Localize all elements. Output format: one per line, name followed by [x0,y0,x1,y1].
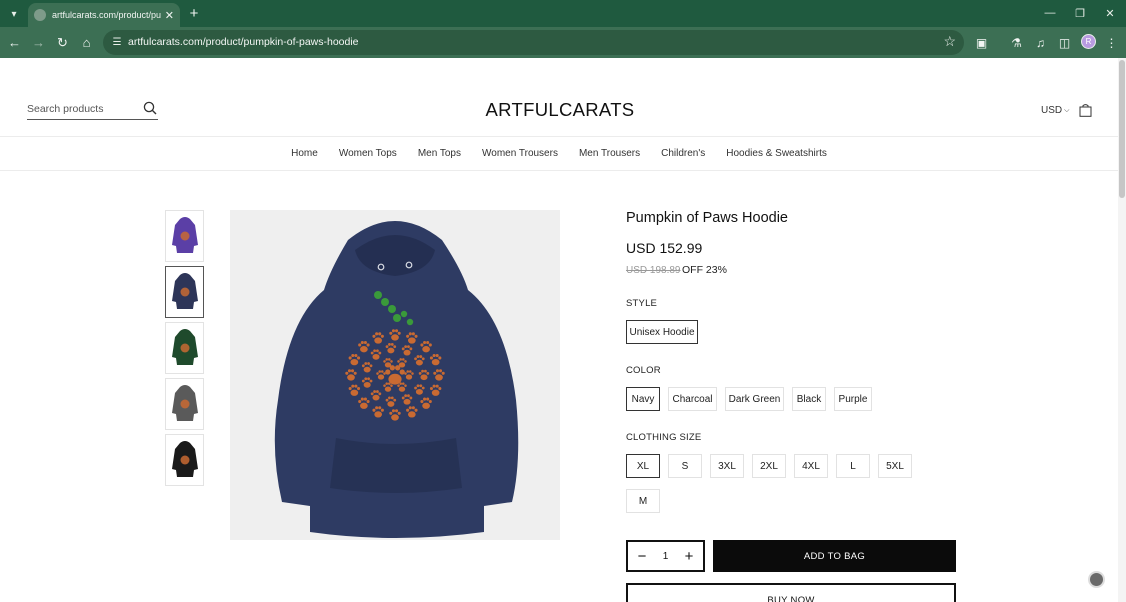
browser-menu-icon[interactable]: ⋮ [1102,33,1121,52]
nav-women-trousers[interactable]: Women Trousers [482,148,558,159]
site-info-icon[interactable]: ☰ [110,35,124,49]
search-icon[interactable] [143,101,157,115]
thumbnail-charcoal[interactable] [165,378,204,430]
page-scrollbar[interactable] [1118,58,1126,602]
close-tab-icon[interactable]: ✕ [165,9,174,22]
size-option-5xl[interactable]: 5XL [878,454,912,478]
color-option-black[interactable]: Black [792,387,826,411]
color-option-purple[interactable]: Purple [834,387,872,411]
home-icon[interactable]: ⌂ [77,33,96,52]
color-option-charcoal[interactable]: Charcoal [668,387,717,411]
thumbnail-navy[interactable] [165,266,204,318]
close-window-icon[interactable]: ✕ [1100,4,1120,22]
plus-icon[interactable]: + [683,549,695,564]
thumbnail-purple[interactable] [165,210,204,262]
profile-avatar[interactable]: R [1081,34,1096,49]
nav-men-tops[interactable]: Men Tops [418,148,461,159]
size-option-l[interactable]: L [836,454,870,478]
size-option-4xl[interactable]: 4XL [794,454,828,478]
search-box [27,100,158,120]
quantity-stepper: − 1 + [626,540,705,572]
site-logo[interactable]: ARTFULCARATS [420,99,700,121]
web-page: ARTFULCARATS USD ⌵ Home Women Tops Men T… [0,58,1118,602]
size-option-2xl[interactable]: 2XL [752,454,786,478]
divider [0,170,1118,171]
nav-women-tops[interactable]: Women Tops [339,148,397,159]
search-input[interactable] [27,103,137,115]
color-label: COLOR [626,365,661,376]
favicon-icon [34,9,46,21]
hoodie-thumbnail-image [171,441,198,477]
browser-tab[interactable]: artfulcarats.com/product/pumpkin ✕ [28,3,180,27]
color-option-dark-green[interactable]: Dark Green [725,387,784,411]
thumbnail-black[interactable] [165,434,204,486]
hoodie-thumbnail-image [171,217,198,253]
back-icon[interactable]: ← [5,33,24,52]
color-option-navy[interactable]: Navy [626,387,660,411]
minus-icon[interactable]: − [636,549,648,564]
size-option-3xl[interactable]: 3XL [710,454,744,478]
restore-icon[interactable]: ❐ [1070,4,1090,22]
nav-men-trousers[interactable]: Men Trousers [579,148,640,159]
size-option-s[interactable]: S [668,454,702,478]
browser-tab-strip: ▾ artfulcarats.com/product/pumpkin ✕ + —… [0,0,1126,27]
clothing-size-label: CLOTHING SIZE [626,432,702,443]
nav-childrens[interactable]: Children's [661,148,705,159]
style-option-unisex-hoodie[interactable]: Unisex Hoodie [626,320,698,344]
nav-hoodies-sweatshirts[interactable]: Hoodies & Sweatshirts [726,148,827,159]
scrollbar-thumb[interactable] [1119,60,1125,198]
forward-icon[interactable]: → [29,33,48,52]
hoodie-image [274,221,519,538]
discount-badge: OFF 23% [682,264,727,276]
url-text[interactable]: artfulcarats.com/product/pumpkin-of-paws… [128,36,359,48]
size-option-xl[interactable]: XL [626,454,660,478]
product-main-image[interactable] [230,210,560,540]
buy-now-button[interactable]: BUY NOW [626,583,956,602]
size-option-m[interactable]: M [626,489,660,513]
product-title: Pumpkin of Paws Hoodie [626,210,788,226]
shopping-bag-icon[interactable] [1079,103,1092,117]
hoodie-thumbnail-image [171,385,198,421]
currency-label: USD [1041,105,1063,116]
chevron-down-icon: ⌵ [1064,106,1070,114]
side-panel-icon[interactable]: ◫ [1055,33,1074,52]
media-control-icon[interactable]: ♫ [1031,33,1050,52]
product-price: USD 152.99 [626,240,703,256]
browser-toolbar: ← → ↻ ⌂ ☰ artfulcarats.com/product/pumpk… [0,27,1126,58]
bookmark-star-icon[interactable]: ☆ [943,33,956,50]
new-tab-icon[interactable]: + [185,4,203,22]
reload-icon[interactable]: ↻ [53,33,72,52]
minimize-icon[interactable]: — [1040,4,1060,22]
thumbnail-dark-green[interactable] [165,322,204,374]
currency-selector[interactable]: USD ⌵ [1041,105,1069,116]
help-chat-icon[interactable] [1088,571,1105,588]
add-to-bag-button[interactable]: ADD TO BAG [713,540,956,572]
main-navigation: Home Women Tops Men Tops Women Trousers … [0,137,1118,170]
original-price: USD 198.89 [626,265,681,276]
address-bar[interactable]: ☰ artfulcarats.com/product/pumpkin-of-pa… [103,30,964,55]
labs-icon[interactable]: ⚗ [1007,33,1026,52]
quantity-value[interactable]: 1 [663,551,669,562]
hoodie-thumbnail-image [171,273,198,309]
tab-search-icon[interactable]: ▾ [5,5,23,23]
extensions-icon[interactable]: ▣ [972,33,991,52]
style-label: STYLE [626,298,658,309]
hoodie-thumbnail-image [171,329,198,365]
tab-title: artfulcarats.com/product/pumpkin [52,10,161,20]
nav-home[interactable]: Home [291,148,318,159]
